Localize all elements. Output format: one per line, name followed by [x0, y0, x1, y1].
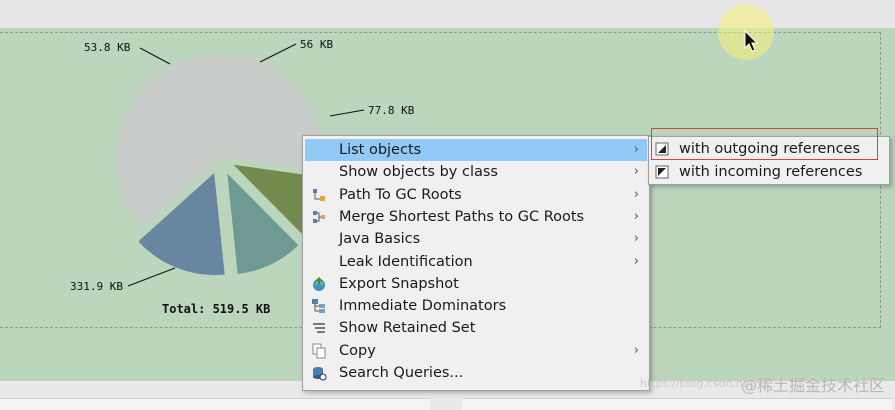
export-snapshot-icon [313, 276, 325, 291]
menu-item-java-basics[interactable]: Java Basics › [305, 228, 647, 250]
menu-item-path-to-gc-roots[interactable]: Path To GC Roots › [305, 184, 647, 206]
menu-item-immediate-dominators[interactable]: Immediate Dominators [305, 295, 647, 317]
menu-item-list-objects[interactable]: List objects › [305, 139, 647, 161]
menu-item-export-snapshot[interactable]: Export Snapshot [305, 273, 647, 295]
menu-item-copy[interactable]: Copy › [305, 340, 647, 362]
search-queries-icon [313, 367, 327, 381]
incoming-references-icon [655, 165, 669, 178]
menu-item-label: Path To GC Roots [339, 186, 462, 203]
menu-item-label: Show objects by class [339, 164, 498, 181]
menu-item-search-queries[interactable]: Search Queries... [305, 362, 647, 384]
menu-item-label: Merge Shortest Paths to GC Roots [339, 208, 585, 225]
submenu-chevron-icon: › [633, 231, 639, 247]
menu-item-merge-shortest-paths-to-gc-roots[interactable]: Merge Shortest Paths to GC Roots › [305, 206, 647, 228]
pie-leader-line [127, 267, 176, 287]
menu-item-show-retained-set[interactable]: Show Retained Set [305, 317, 647, 339]
menu-item-label: Immediate Dominators [339, 298, 507, 315]
bottom-tab-right[interactable] [462, 398, 892, 410]
pie-total-label: Total: 519.5 KB [162, 302, 270, 316]
watermark-text: @稀土掘金技术社区 [740, 376, 885, 395]
menu-item-label: Show Retained Set [339, 320, 476, 337]
gc-path-icon [313, 188, 325, 201]
menu-item-label: Search Queries... [339, 365, 464, 381]
annotation-highlight-box [651, 128, 878, 160]
dominators-icon [312, 299, 325, 314]
submenu-item-label: with incoming references [679, 163, 863, 180]
pie-slice-label: 56 KB [300, 38, 333, 51]
retained-set-icon [313, 323, 325, 334]
pie-slice-label: 53.8 KB [84, 41, 131, 54]
submenu-chevron-icon: › [633, 342, 639, 358]
submenu-chevron-icon: › [633, 253, 639, 269]
menu-item-label: List objects [339, 142, 422, 158]
menu-item-show-objects-by-class[interactable]: Show objects by class › [305, 161, 647, 183]
pie-leader-line [139, 47, 171, 65]
menu-item-label: Copy [339, 342, 376, 359]
submenu-chevron-icon: › [633, 164, 639, 180]
menu-item-label: Java Basics [339, 231, 421, 248]
merge-paths-icon [313, 210, 325, 223]
menu-item-label: Export Snapshot [339, 275, 459, 292]
pie-slice-label: 77.8 KB [368, 104, 415, 117]
menu-item-leak-identification[interactable]: Leak Identification › [305, 251, 647, 273]
pie-leader-line [329, 109, 365, 117]
copy-icon [312, 343, 326, 359]
submenu-item-with-incoming-references[interactable]: with incoming references [651, 161, 887, 183]
pie-slice-label: 331.9 KB [70, 280, 123, 293]
submenu-chevron-icon: › [633, 142, 639, 157]
submenu-chevron-icon: › [633, 208, 639, 224]
submenu-chevron-icon: › [633, 186, 639, 202]
menu-item-label: Leak Identification [339, 253, 473, 270]
pie-leader-line [259, 43, 297, 63]
mouse-cursor-icon [744, 30, 759, 52]
context-menu: List objects › Show objects by class › Path … [302, 135, 650, 391]
bottom-tab-left[interactable] [0, 398, 430, 410]
